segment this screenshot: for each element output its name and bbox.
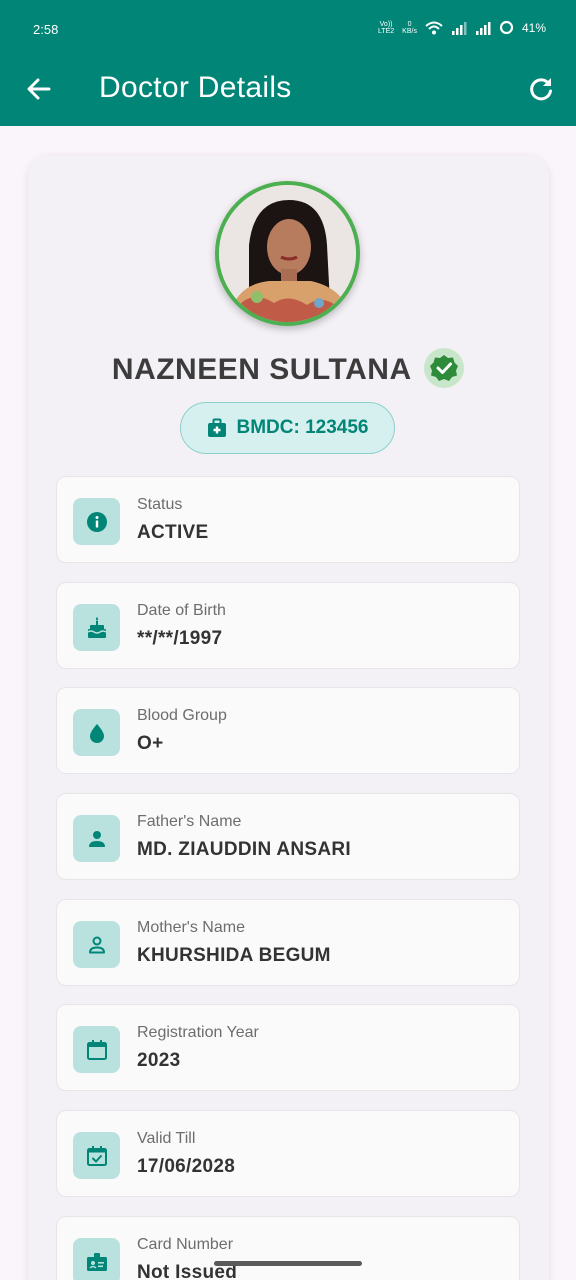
detail-row-registration-year: Registration Year 2023 [56,1004,520,1091]
detail-label: Date of Birth [137,602,226,619]
doctor-photo [219,185,356,322]
signal-1-icon [451,21,467,35]
doctor-name-row: NAZNEEN SULTANA [0,348,576,390]
detail-row-card-number: Card Number Not Issued [56,1216,520,1280]
detail-row-mothers-name: Mother's Name KHURSHIDA BEGUM [56,899,520,986]
wifi-icon [425,21,443,34]
calendar-check-icon [73,1132,120,1179]
detail-row-blood-group: Blood Group O+ [56,687,520,774]
detail-label: Mother's Name [137,919,245,936]
refresh-icon[interactable] [526,74,556,104]
status-icons: Vo)) LTE2 0 KB/s 41% [378,20,546,35]
battery-percent: 41% [521,20,546,35]
detail-value: KHURSHIDA BEGUM [137,945,331,966]
battery-icon [499,20,514,35]
calendar-icon [73,1026,120,1073]
blood-drop-icon [73,709,120,756]
arrow-left-icon[interactable] [24,74,54,104]
signal-2-icon [475,21,491,35]
detail-value: **/**/1997 [137,628,223,649]
network-speed: 0 KB/s [402,20,417,35]
detail-label: Status [137,496,183,513]
doctor-name: NAZNEEN SULTANA [111,353,412,386]
detail-value: 2023 [137,1050,181,1071]
detail-label: Valid Till [137,1130,196,1147]
detail-row-valid-till: Valid Till 17/06/2028 [56,1110,520,1197]
detail-row-fathers-name: Father's Name MD. ZIAUDDIN ANSARI [56,793,520,880]
detail-value: O+ [137,733,164,754]
detail-label: Registration Year [137,1024,259,1041]
id-badge-icon [73,1238,120,1280]
bmdc-number: BMDC: 123456 [236,417,369,438]
status-bar: 2:58 Vo)) LTE2 0 KB/s 41% [0,0,576,58]
home-indicator[interactable] [214,1261,362,1266]
detail-value: MD. ZIAUDDIN ANSARI [137,839,351,860]
avatar [215,181,360,326]
cake-icon [73,604,120,651]
detail-value: 17/06/2028 [137,1156,236,1177]
volte-indicator: Vo)) LTE2 [377,20,395,35]
detail-label: Card Number [137,1236,234,1253]
bmdc-badge: BMDC: 123456 [180,402,395,454]
detail-label: Blood Group [137,707,227,724]
detail-value: ACTIVE [137,522,209,543]
verified-check-icon [424,348,465,388]
app-bar: Doctor Details [0,58,576,126]
page-title: Doctor Details [99,71,292,104]
detail-row-date-of-birth: Date of Birth **/**/1997 [56,582,520,669]
person-icon [73,815,120,862]
medical-bag-icon [207,418,226,437]
status-time: 2:58 [33,22,59,37]
detail-row-status: Status ACTIVE [56,476,520,563]
detail-label: Father's Name [137,813,242,830]
info-icon [73,498,120,545]
person-outline-icon [73,921,120,968]
